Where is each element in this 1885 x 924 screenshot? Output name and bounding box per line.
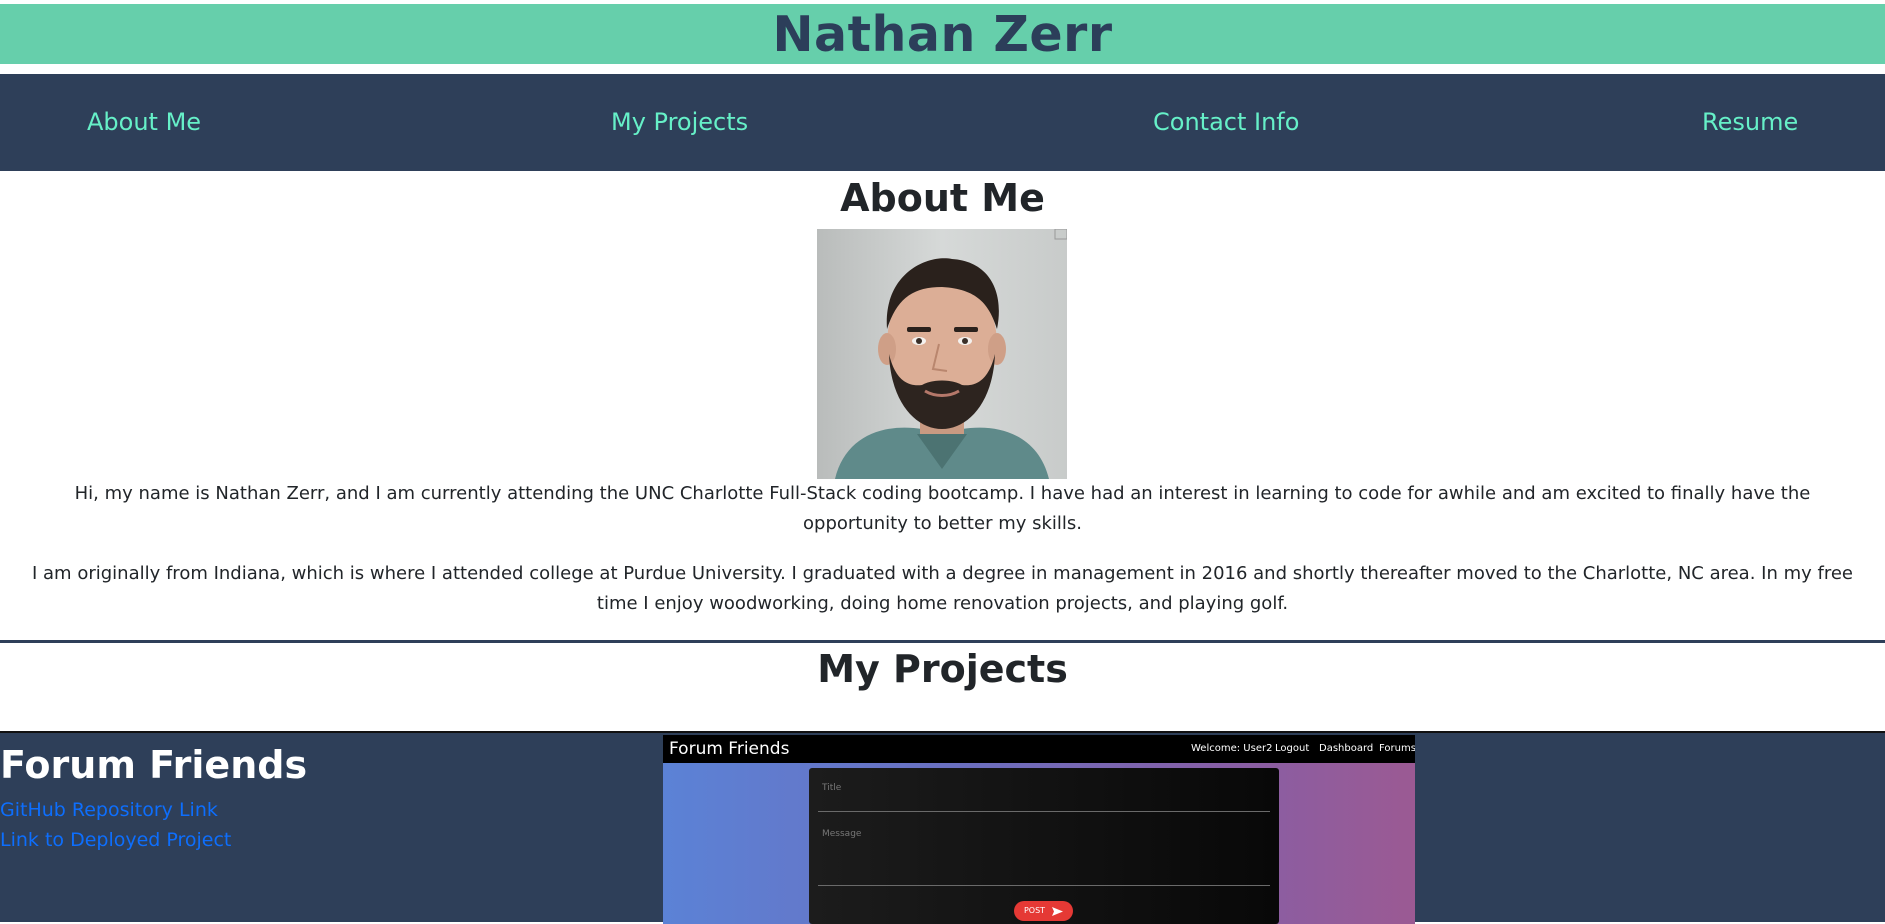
screenshot-brand: Forum Friends: [669, 739, 790, 759]
nav-contact-info[interactable]: Contact Info: [1153, 74, 1299, 171]
screenshot-message-field: Message: [818, 822, 1270, 886]
screenshot-navbar: Forum Friends Welcome: User2 Logout Dash…: [663, 735, 1415, 763]
screenshot-title-field: Title: [818, 778, 1270, 812]
section-divider: [0, 640, 1885, 643]
about-paragraph-2: I am originally from Indiana, which is w…: [32, 563, 1853, 614]
screenshot-title-label: Title: [822, 783, 842, 793]
nav-my-projects[interactable]: My Projects: [611, 74, 748, 171]
nav-resume[interactable]: Resume: [1702, 74, 1798, 171]
screenshot-post-button: POST: [1014, 901, 1073, 921]
nav-about-me[interactable]: About Me: [87, 74, 201, 171]
send-icon: [1052, 906, 1064, 916]
main-nav: About Me My Projects Contact Info Resume: [0, 74, 1885, 171]
profile-photo: [817, 229, 1067, 479]
screenshot-post-form: Title Message POST: [809, 768, 1279, 924]
deployed-project-link[interactable]: Link to Deployed Project: [0, 828, 231, 852]
about-paragraph-1: Hi, my name is Nathan Zerr, and I am cur…: [74, 483, 1811, 534]
site-header: Nathan Zerr: [0, 4, 1885, 64]
about-heading: About Me: [840, 176, 1045, 220]
screenshot-nav-dashboard: Dashboard: [1319, 743, 1374, 754]
project-title: Forum Friends: [0, 743, 308, 787]
projects-heading: My Projects: [817, 647, 1068, 691]
project-card: Forum Friends GitHub Repository Link Lin…: [0, 731, 1885, 924]
site-title: Nathan Zerr: [772, 5, 1113, 63]
screenshot-nav-logout: Logout: [1275, 743, 1310, 754]
project-screenshot[interactable]: Forum Friends Welcome: User2 Logout Dash…: [663, 735, 1415, 924]
screenshot-nav-forums: Forums: [1379, 743, 1415, 754]
profile-photo-image: [817, 229, 1067, 479]
github-repository-link[interactable]: GitHub Repository Link: [0, 798, 218, 822]
screenshot-post-label: POST: [1023, 906, 1046, 915]
screenshot-message-label: Message: [822, 829, 862, 839]
screenshot-nav-welcome: Welcome: User2: [1191, 743, 1273, 754]
